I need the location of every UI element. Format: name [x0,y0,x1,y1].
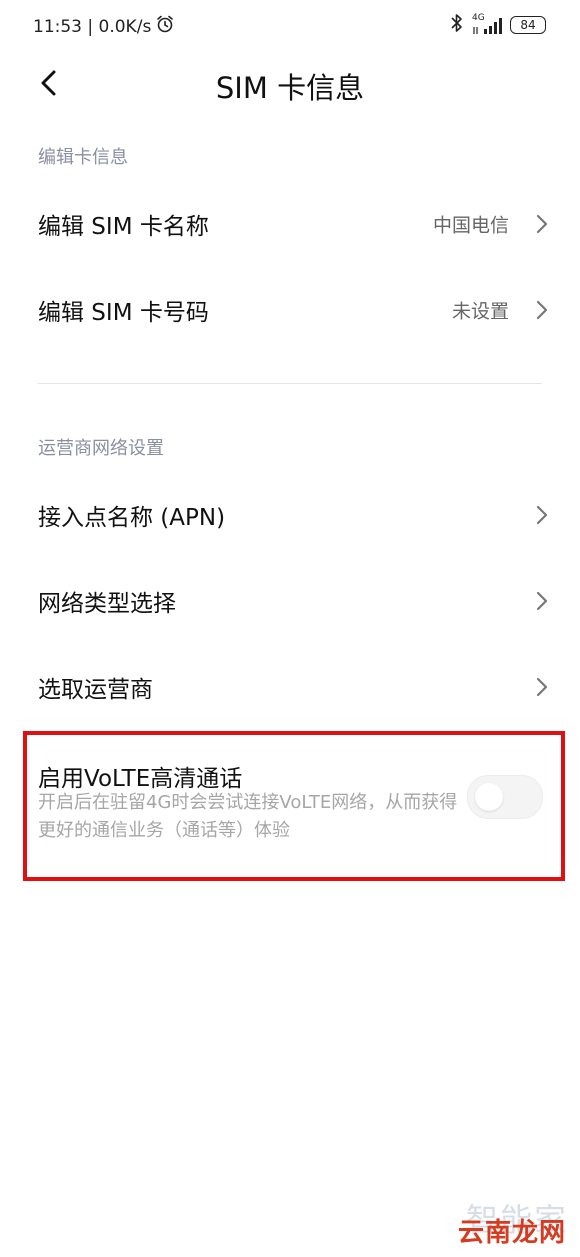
status-right: 4G 84 [450,13,546,37]
chevron-right-icon [536,591,548,611]
row-value: 未设置 [451,300,509,323]
row-label: 编辑 SIM 卡名称 [38,214,209,240]
volte-description: 开启后在驻留4G时会尝试连接VoLTE网络，从而获得更好的通信业务（通话等）体验 [38,792,458,841]
row-network-type[interactable]: 网络类型选择 [0,558,580,644]
row-apn[interactable]: 接入点名称 (APN) [0,472,580,558]
signal-icon: 4G [472,13,502,35]
alarm-icon [155,14,175,39]
bluetooth-icon [450,13,464,37]
section-title-edit: 编辑卡信息 [38,147,128,168]
row-volte: 启用VoLTE高清通话 开启后在驻留4G时会尝试连接VoLTE网络，从而获得更好… [0,745,580,865]
watermark-site-text: 云南龙网 [457,1218,566,1248]
row-label: 接入点名称 (APN) [38,505,226,531]
status-time-speed: 11:53 | 0.0K/s [33,16,152,37]
page-header: SIM 卡信息 [0,55,580,113]
page-title: SIM 卡信息 [215,71,365,105]
section-divider [38,383,542,384]
row-value: 中国电信 [432,214,509,237]
row-label: 选取运营商 [38,677,153,703]
chevron-right-icon [536,677,548,697]
section-title-carrier: 运营商网络设置 [38,438,164,459]
chevron-right-icon [536,505,548,525]
row-select-carrier[interactable]: 选取运营商 [0,644,580,730]
volte-title: 启用VoLTE高清通话 [38,766,243,792]
status-left: 11:53 | 0.0K/s [33,14,175,39]
row-label: 编辑 SIM 卡号码 [38,300,209,326]
status-bar: 11:53 | 0.0K/s 4G 84 [0,0,580,50]
row-label: 网络类型选择 [38,591,176,617]
battery-indicator: 84 [510,16,546,34]
chevron-right-icon [536,300,548,320]
row-edit-sim-number[interactable]: 编辑 SIM 卡号码 未设置 [0,267,580,353]
row-edit-sim-name[interactable]: 编辑 SIM 卡名称 中国电信 [0,181,580,267]
volte-toggle[interactable] [467,775,543,819]
toggle-knob [475,783,503,811]
chevron-right-icon [536,214,548,234]
